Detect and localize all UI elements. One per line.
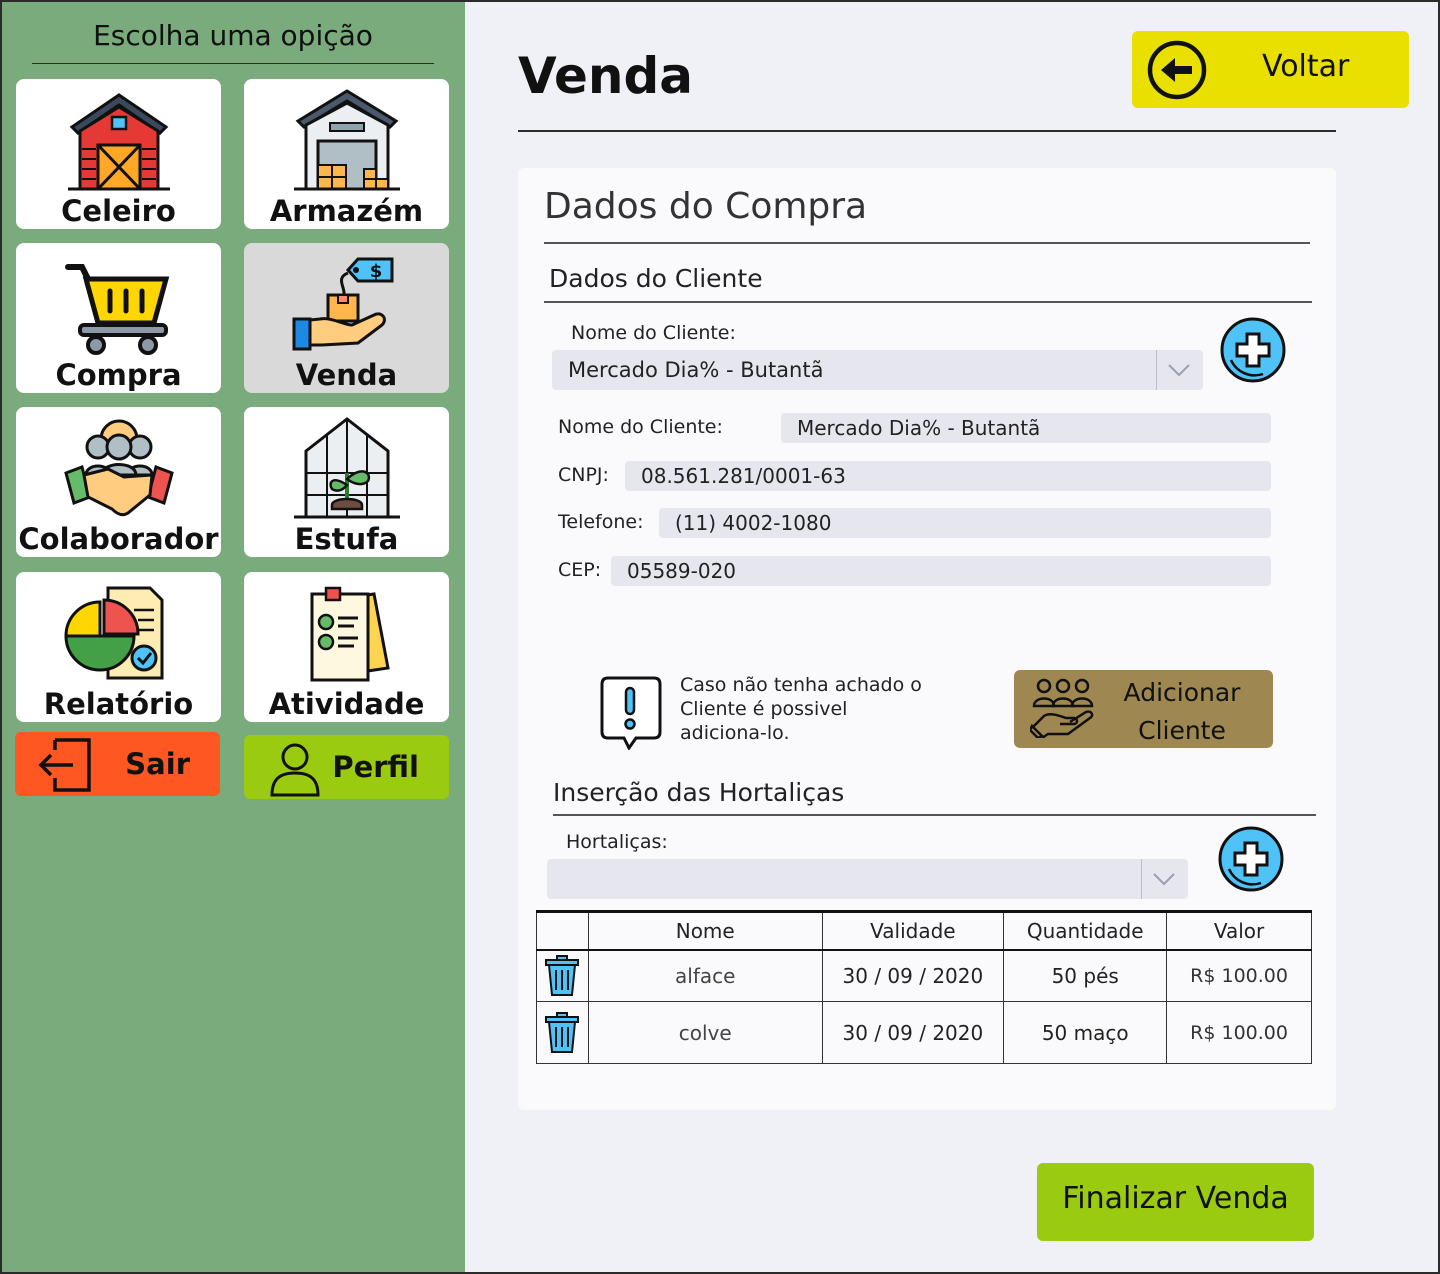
trash-icon[interactable] <box>544 1011 580 1054</box>
cnpj-label: CNPJ: <box>558 464 609 486</box>
chevron-down-icon <box>1153 873 1175 886</box>
barn-icon <box>67 93 170 191</box>
sale-icon: $ <box>292 257 393 351</box>
column-header: Validade <box>821 910 1005 951</box>
tile-venda[interactable]: $ Venda <box>244 243 449 393</box>
cliente-select[interactable]: Mercado Dia% - Butantã <box>552 350 1203 390</box>
telefone-field[interactable]: (11) 4002-1080 <box>659 508 1271 538</box>
logout-icon <box>38 738 91 792</box>
column-header: Nome <box>587 910 823 951</box>
telefone-label: Telefone: <box>558 511 644 533</box>
finalizar-label: Finalizar Venda <box>1062 1181 1289 1216</box>
select-separator <box>1140 859 1142 899</box>
tile-atividade[interactable]: Atividade <box>244 572 449 722</box>
people-hand-icon <box>1030 678 1094 738</box>
cep-field[interactable]: 05589-020 <box>611 556 1271 586</box>
tile-relatorio[interactable]: Relatório <box>16 572 221 722</box>
tile-label: Colaborador <box>18 522 219 556</box>
perfil-label: Perfil <box>332 750 419 784</box>
cell-valor: R$ 100.00 <box>1166 1001 1312 1064</box>
column-header <box>536 910 589 951</box>
tile-label: Estufa <box>294 522 399 556</box>
hortalicas-table: Nome Validade Quantidade Valor alface 30… <box>536 910 1312 1064</box>
svg-text:$: $ <box>369 261 382 282</box>
tile-label: Armazém <box>269 194 424 228</box>
voltar-label: Voltar <box>1262 49 1350 84</box>
tile-label: Atividade <box>268 687 425 721</box>
finalizar-venda-button[interactable]: Finalizar Venda <box>1037 1163 1314 1241</box>
perfil-button[interactable]: Perfil <box>244 735 449 799</box>
add-cliente-plus-icon[interactable] <box>1219 316 1287 384</box>
nome-field[interactable]: Mercado Dia% - Butantã <box>781 413 1271 443</box>
cliente-select-label: Nome do Cliente: <box>571 322 736 344</box>
sair-button[interactable]: Sair <box>15 732 220 796</box>
tile-estufa[interactable]: Estufa <box>244 407 449 557</box>
notice-line: adiciona-lo. <box>680 722 790 744</box>
hortalicas-section-divider <box>553 814 1316 816</box>
cell-nome: alface <box>587 949 823 1002</box>
checklist-icon <box>310 586 390 682</box>
tile-label: Compra <box>55 358 182 392</box>
cell-validade: 30 / 09 / 2020 <box>821 949 1005 1002</box>
chevron-down-icon <box>1168 364 1190 377</box>
tile-armazem[interactable]: Armazém <box>244 79 449 229</box>
notice-line: Caso não tenha achado o <box>680 674 922 696</box>
notice-line: Cliente é possivel <box>680 698 848 720</box>
voltar-button[interactable]: Voltar <box>1132 31 1409 108</box>
exclamation-bubble-icon <box>600 676 662 750</box>
cart-icon <box>64 264 169 355</box>
warehouse-icon <box>293 89 400 191</box>
tile-label: Venda <box>295 358 398 392</box>
cep-label: CEP: <box>558 559 602 581</box>
cliente-section-title: Dados do Cliente <box>549 264 763 293</box>
table-header-row: Nome Validade Quantidade Valor <box>536 910 1312 951</box>
adicionar-line: Adicionar <box>1123 678 1241 707</box>
select-separator <box>1155 350 1157 390</box>
cliente-section-divider <box>544 301 1312 303</box>
add-hortalica-plus-icon[interactable] <box>1217 825 1285 893</box>
app-window: Escolha uma opição Celeiro Armazém Compr… <box>0 0 1440 1274</box>
tile-label: Celeiro <box>61 194 176 228</box>
sidebar-title: Escolha uma opição <box>32 16 434 64</box>
delete-cell <box>536 949 589 1002</box>
column-header: Quantidade <box>1003 910 1168 951</box>
notice-text: Caso não tenha achado o Cliente é possiv… <box>680 673 980 745</box>
hortalicas-select-label: Hortaliças: <box>566 831 668 853</box>
table-row: alface 30 / 09 / 2020 50 pés R$ 100.00 <box>536 949 1312 1002</box>
cell-quantidade: 50 maço <box>1003 1001 1168 1064</box>
nome-label: Nome do Cliente: <box>558 416 723 438</box>
adicionar-cliente-label: Adicionar Cliente <box>1106 674 1258 750</box>
hortalicas-section-title: Inserção das Hortaliças <box>553 778 845 807</box>
sair-label: Sair <box>125 747 190 781</box>
adicionar-cliente-button[interactable]: Adicionar Cliente <box>1014 670 1273 748</box>
card-title: Dados do Compra <box>544 186 868 227</box>
delete-cell <box>536 1001 589 1064</box>
user-icon <box>270 743 320 797</box>
column-header: Valor <box>1166 910 1312 951</box>
card-title-divider <box>544 242 1310 244</box>
cell-quantidade: 50 pés <box>1003 949 1168 1002</box>
tile-compra[interactable]: Compra <box>16 243 221 393</box>
title-divider <box>518 130 1336 132</box>
tile-label: Relatório <box>43 687 194 721</box>
arrow-left-circle-icon <box>1147 40 1207 100</box>
cell-validade: 30 / 09 / 2020 <box>821 1001 1005 1064</box>
adicionar-line: Cliente <box>1138 716 1226 745</box>
table-row: colve 30 / 09 / 2020 50 maço R$ 100.00 <box>536 1001 1312 1064</box>
cnpj-field[interactable]: 08.561.281/0001-63 <box>625 461 1271 491</box>
hortalicas-select[interactable] <box>547 859 1188 899</box>
tile-celeiro[interactable]: Celeiro <box>16 79 221 229</box>
cliente-select-value: Mercado Dia% - Butantã <box>568 358 824 382</box>
page-title: Venda <box>518 47 693 105</box>
greenhouse-icon <box>293 417 400 519</box>
sidebar: Escolha uma opição Celeiro Armazém Compr… <box>2 2 465 1272</box>
trash-icon[interactable] <box>544 954 580 997</box>
compra-card: Dados do Compra Dados do Cliente Nome do… <box>518 168 1336 1110</box>
tile-colaborador[interactable]: Colaborador <box>16 407 221 557</box>
cell-valor: R$ 100.00 <box>1166 949 1312 1002</box>
cell-nome: colve <box>587 1001 823 1064</box>
handshake-team-icon <box>63 419 174 517</box>
report-icon <box>63 586 163 680</box>
